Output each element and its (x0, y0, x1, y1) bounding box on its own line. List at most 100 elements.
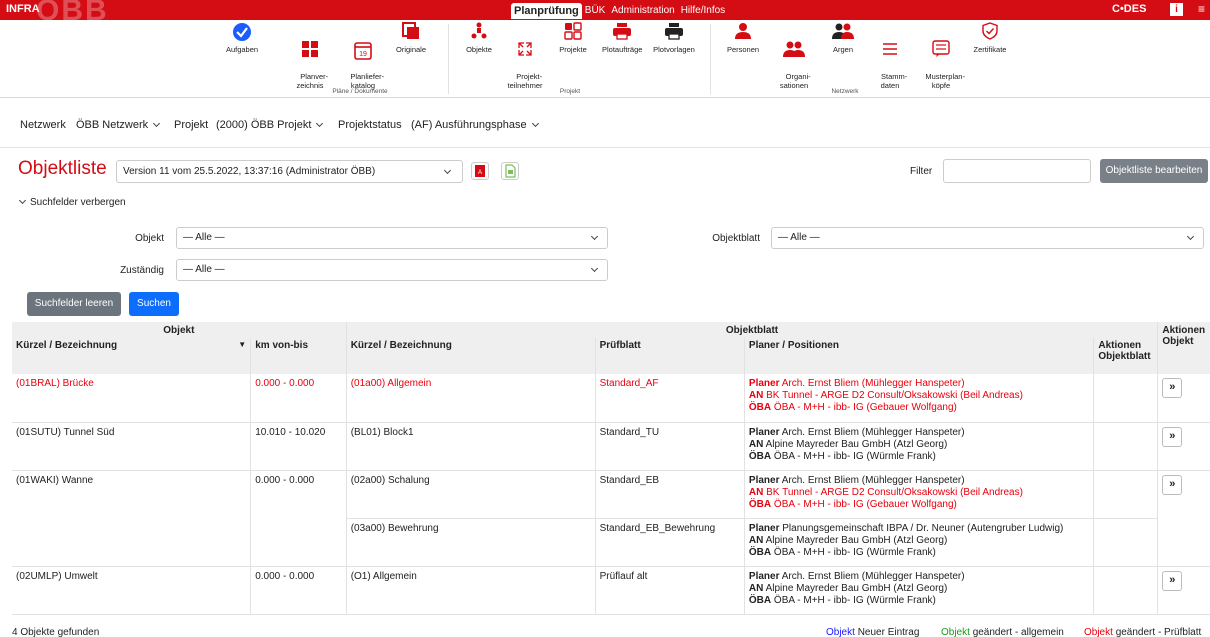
tab-planpruefung[interactable]: Planprüfung (511, 3, 582, 19)
projekt-dropdown[interactable]: (2000) ÖBB Projekt (216, 119, 324, 131)
open-objekt-button[interactable]: » (1162, 474, 1183, 495)
aktionen-blatt-cell (1093, 374, 1159, 423)
toolbar-objekte[interactable]: Objekte (461, 22, 497, 54)
open-objekt-button[interactable]: » (1162, 426, 1183, 447)
pruefblatt-cell: Standard_EB (595, 470, 745, 519)
chevron-down-icon (316, 119, 324, 128)
blatt-cell[interactable]: (BL01) Block1 (346, 422, 596, 471)
objekt-filter-select[interactable]: — Alle — (176, 227, 608, 249)
toolbar-separator (448, 24, 449, 94)
pdf-export-button[interactable]: A (471, 162, 489, 180)
table-row[interactable]: (02UMLP) Umwelt 0.000 - 0.000 (O1) Allge… (12, 566, 1210, 615)
open-objekt-button[interactable]: » (1162, 378, 1183, 398)
planer-value: Arch. Ernst Bliem (Mühlegger Hanspeter) (781, 474, 965, 486)
objekt-filter-label: Objekt (135, 233, 164, 244)
calendar-badge: 19 (359, 51, 367, 58)
oeba-line: ÖBA ÖBA - M+H - ibb- IG (Würmle Frank) (749, 547, 1089, 559)
objekt-table: Objekt Objektblatt Aktionen Objekt Kürze… (12, 322, 1210, 615)
version-select[interactable]: Version 11 vom 25.5.2022, 13:37:16 (Admi… (116, 160, 463, 183)
role-label: ÖBA (748, 498, 772, 510)
toolbar-plotauftraege[interactable]: Plotaufträge (602, 22, 642, 54)
toolbar-label: Zertifikate (973, 45, 1007, 54)
objekt-cell[interactable]: (01SUTU) Tunnel Süd (12, 422, 252, 471)
search-button[interactable]: Suchen (129, 292, 179, 316)
documents-icon (389, 22, 433, 42)
clear-search-button[interactable]: Suchfelder leeren (27, 292, 121, 316)
header-objekt-group: Objekt (12, 322, 347, 338)
header-pruefblatt: Prüfblatt (595, 338, 745, 374)
expand-arrows-icon (507, 40, 543, 60)
role-label: AN (748, 390, 764, 401)
excel-export-button[interactable] (501, 162, 519, 180)
toolbar-originale[interactable]: Originale (389, 22, 433, 54)
role-label: Planer (748, 426, 780, 438)
planer-line: Planer Arch. Ernst Bliem (Mühlegger Hans… (749, 475, 1089, 487)
blatt-cell[interactable]: (03a00) Bewehrung (346, 518, 596, 567)
zustaendig-filter-select[interactable]: — Alle — (176, 259, 608, 281)
planer-cell: Planer Planungsgemeinschaft IBPA / Dr. N… (744, 518, 1095, 567)
legend-key: Objekt (1084, 627, 1113, 637)
toggle-search-fields[interactable]: Suchfelder verbergen (18, 196, 126, 208)
toolbar-personen[interactable]: Personen (723, 22, 763, 54)
objektblatt-filter-label: Objektblatt (712, 233, 760, 244)
role-label: Planer (748, 474, 780, 486)
context-bar: Netzwerk ÖBB Netzwerk Projekt (2000) ÖBB… (0, 110, 1210, 140)
toolbar-projektteilnehmer[interactable]: Projekt- teilnehmer (507, 22, 543, 99)
toolbar-aufgaben[interactable]: Aufgaben (222, 22, 262, 54)
toolbar-label: Stamm- daten (880, 72, 908, 90)
netzwerk-dropdown[interactable]: ÖBB Netzwerk (76, 119, 161, 131)
blatt-cell[interactable]: (O1) Allgemein (346, 566, 596, 615)
an-value: BK Tunnel - ARGE D2 Consult/Oksakowski (… (766, 390, 1023, 401)
objektblatt-filter-select[interactable]: — Alle — (771, 227, 1204, 249)
person-icon (723, 22, 763, 42)
table-row[interactable]: (01BRAL) Brücke 0.000 - 0.000 (01a00) Al… (12, 374, 1210, 423)
toolbar-musterplankoepfe[interactable]: Musterplan- köpfe (916, 22, 966, 99)
objekt-cell[interactable]: (01WAKI) Wanne (12, 470, 252, 567)
chevron-down-icon (590, 264, 599, 273)
blatt-cell[interactable]: (01a00) Allgemein (346, 374, 596, 423)
km-cell: 0.000 - 0.000 (250, 470, 347, 567)
hamburger-menu-icon[interactable]: ≡ (1198, 3, 1205, 15)
projektstatus-dropdown[interactable]: (AF) Ausführungsphase (411, 119, 539, 131)
legend-text: geändert - allgemein (972, 627, 1064, 637)
filter-input[interactable] (943, 159, 1091, 183)
tab-buek[interactable]: BÜK (582, 3, 609, 19)
toolbar-label: Argen (832, 45, 853, 54)
tab-administration[interactable]: Administration (608, 3, 677, 19)
sort-down-icon[interactable]: ▼ (238, 340, 246, 349)
svg-text:A: A (478, 170, 482, 176)
toolbar-plotvorlagen[interactable]: Plotvorlagen (652, 22, 696, 54)
toolbar-projekte[interactable]: Projekte (557, 22, 589, 54)
planer-value: Arch. Ernst Bliem (Mühlegger Hanspeter) (781, 570, 965, 582)
role-label: AN (748, 534, 764, 546)
list-icon (872, 40, 908, 60)
chevron-down-icon (443, 166, 452, 175)
header-kuerzel[interactable]: Kürzel / Bezeichnung ▼ (12, 338, 252, 374)
objekt-cell[interactable]: (02UMLP) Umwelt (12, 566, 252, 615)
legend-text: Neuer Eintrag (857, 627, 920, 637)
tab-hilfe[interactable]: Hilfe/Infos (678, 3, 728, 19)
toolbar-argen[interactable]: Argen (823, 22, 863, 54)
toolbar-zertifikate[interactable]: Zertifikate (970, 22, 1010, 54)
header-aktionen-objekt: Aktionen Objekt (1157, 322, 1210, 374)
page-title: Objektliste (18, 158, 107, 179)
objekt-cell[interactable]: (01BRAL) Brücke (12, 374, 252, 423)
pruefblatt-cell: Standard_AF (595, 374, 745, 423)
blatt-cell[interactable]: (02a00) Schalung (346, 470, 596, 519)
objekt-filter-value: — Alle — (183, 232, 225, 243)
codes-logo: C•DES (1112, 3, 1147, 15)
table-column-header: Kürzel / Bezeichnung ▼ km von-bis Kürzel … (12, 338, 1210, 374)
open-objekt-button[interactable]: » (1162, 570, 1183, 591)
toolbar-stammdaten[interactable]: Stamm- daten (872, 22, 908, 99)
netzwerk-value: ÖBB Netzwerk (76, 119, 149, 131)
km-cell: 0.000 - 0.000 (250, 566, 347, 615)
toolbar-organisationen[interactable]: Organi- sationen (774, 22, 814, 99)
role-label: Planer (748, 378, 780, 389)
objektliste-bearbeiten-button[interactable]: Objektliste bearbeiten (1100, 159, 1208, 183)
table-row[interactable]: (01SUTU) Tunnel Süd 10.010 - 10.020 (BL0… (12, 422, 1210, 471)
toolbar-separator (710, 24, 711, 94)
planer-cell: Planer Arch. Ernst Bliem (Mühlegger Hans… (744, 374, 1095, 423)
table-row[interactable]: (01WAKI) Wanne 0.000 - 0.000 (02a00) Sch… (12, 470, 1210, 567)
oeba-line: ÖBA ÖBA - M+H - ibb- IG (Würmle Frank) (749, 451, 1089, 463)
info-icon[interactable]: i (1170, 3, 1183, 16)
